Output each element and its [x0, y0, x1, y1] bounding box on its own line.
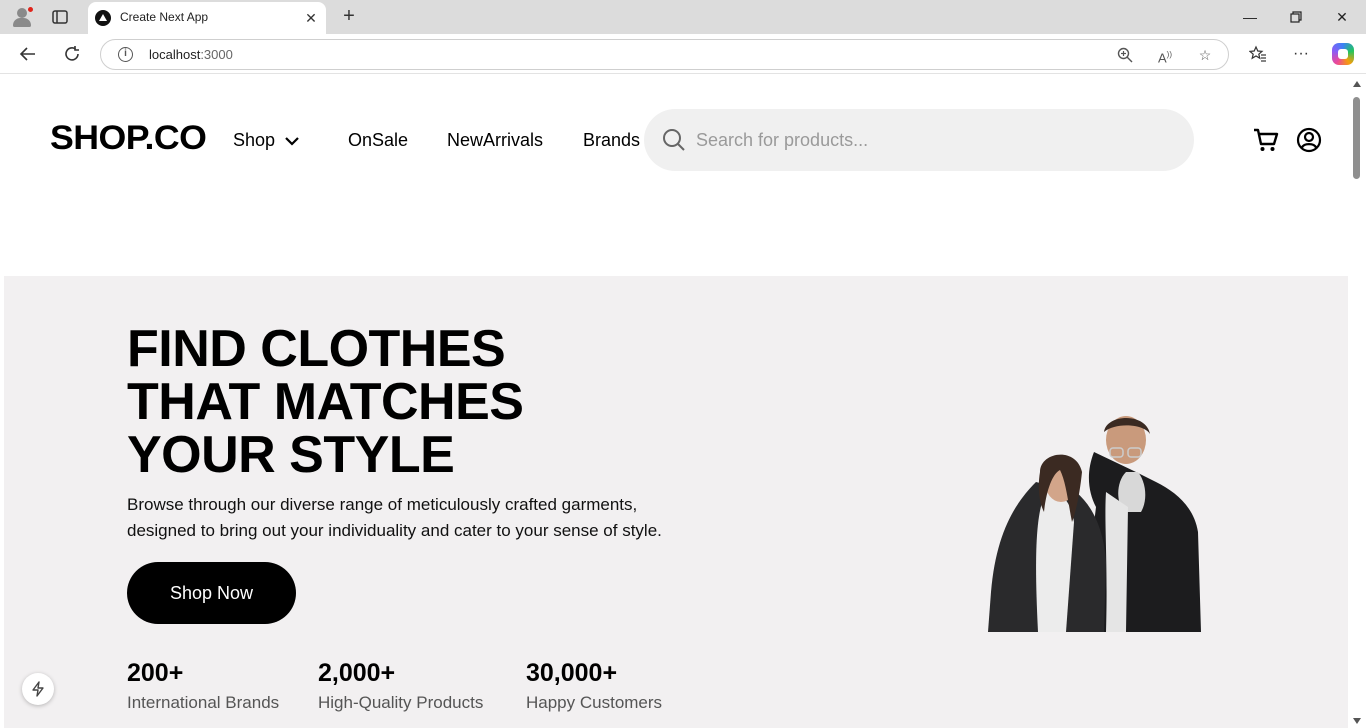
profile-avatar-icon[interactable]: [10, 5, 34, 29]
hero-title-line: YOUR STYLE: [127, 426, 455, 484]
hero-description-line: designed to bring out your individuality…: [127, 521, 662, 540]
page-scrollbar[interactable]: [1348, 75, 1366, 728]
hero-couple-image: [988, 416, 1201, 632]
tab-actions-icon[interactable]: [48, 6, 72, 28]
site-logo[interactable]: SHOP.CO: [50, 119, 207, 158]
hero-description: Browse through our diverse range of meti…: [127, 492, 707, 544]
back-arrow-icon[interactable]: [17, 43, 39, 65]
stat-value: 200+: [127, 659, 184, 687]
page-viewport: SHOP.CO Shop OnSale NewArrivals Brands F…: [4, 75, 1348, 728]
copilot-icon[interactable]: [1332, 43, 1354, 65]
browser-tab[interactable]: Create Next App ✕: [88, 2, 326, 34]
tab-title: Create Next App: [120, 10, 209, 24]
more-icon[interactable]: ···: [1290, 43, 1312, 65]
site-header: SHOP.CO Shop OnSale NewArrivals Brands: [4, 75, 1348, 276]
new-tab-plus-icon[interactable]: +: [338, 5, 360, 27]
zoom-icon[interactable]: [1115, 45, 1135, 65]
stat-item: 200+ International Brands: [127, 659, 279, 713]
cart-icon[interactable]: [1253, 127, 1279, 153]
stat-item: 2,000+ High-Quality Products: [318, 659, 483, 713]
close-window-icon[interactable]: ✕: [1330, 6, 1354, 28]
nav-new-arrivals-link[interactable]: NewArrivals: [447, 130, 543, 151]
scrollbar-thumb[interactable]: [1353, 97, 1360, 179]
url-port: :3000: [200, 47, 233, 62]
search-icon: [663, 129, 685, 151]
reload-icon[interactable]: [61, 43, 83, 65]
browser-tab-bar: Create Next App ✕ + — ✕: [0, 0, 1366, 34]
close-tab-icon[interactable]: ✕: [302, 9, 320, 27]
restore-icon[interactable]: [1284, 6, 1308, 28]
shop-now-button[interactable]: Shop Now: [127, 562, 296, 624]
nextjs-dev-indicator-icon[interactable]: [22, 673, 54, 705]
stat-item: 30,000+ Happy Customers: [526, 659, 662, 713]
search-input[interactable]: [696, 128, 1176, 152]
stat-value: 30,000+: [526, 659, 618, 687]
stat-label: Happy Customers: [526, 693, 663, 712]
nav-brands-link[interactable]: Brands: [583, 130, 640, 151]
nav-shop-link[interactable]: Shop: [233, 130, 275, 151]
hero-title-line: FIND CLOTHES: [127, 320, 506, 378]
chevron-down-icon[interactable]: [284, 133, 300, 149]
account-icon[interactable]: [1296, 127, 1322, 153]
hero-title: FIND CLOTHES THAT MATCHES YOUR STYLE: [127, 323, 687, 482]
star-icon[interactable]: ☆: [1195, 45, 1215, 65]
url-host: localhost: [149, 47, 201, 62]
stat-label: High-Quality Products: [318, 693, 484, 712]
hero-section: FIND CLOTHES THAT MATCHES YOUR STYLE Bro…: [4, 276, 1348, 728]
hero-description-line: Browse through our diverse range of meti…: [127, 495, 638, 514]
minimize-icon[interactable]: —: [1238, 6, 1262, 28]
stat-value: 2,000+: [318, 659, 396, 687]
address-bar[interactable]: i localhost:3000 A)) ☆: [100, 39, 1229, 70]
read-aloud-icon[interactable]: A)): [1155, 45, 1175, 65]
scroll-down-arrow-icon[interactable]: [1353, 718, 1361, 724]
scroll-up-arrow-icon[interactable]: [1353, 81, 1361, 87]
nav-on-sale-link[interactable]: OnSale: [348, 130, 408, 151]
hero-title-line: THAT MATCHES: [127, 373, 524, 431]
search-bar[interactable]: [644, 109, 1194, 171]
site-info-icon[interactable]: i: [118, 47, 133, 62]
stat-label: International Brands: [127, 693, 280, 712]
favorites-icon[interactable]: [1247, 43, 1269, 65]
url-text: localhost:3000: [149, 47, 233, 62]
browser-toolbar: i localhost:3000 A)) ☆ ···: [0, 34, 1366, 74]
nextjs-favicon-icon: [95, 10, 111, 26]
